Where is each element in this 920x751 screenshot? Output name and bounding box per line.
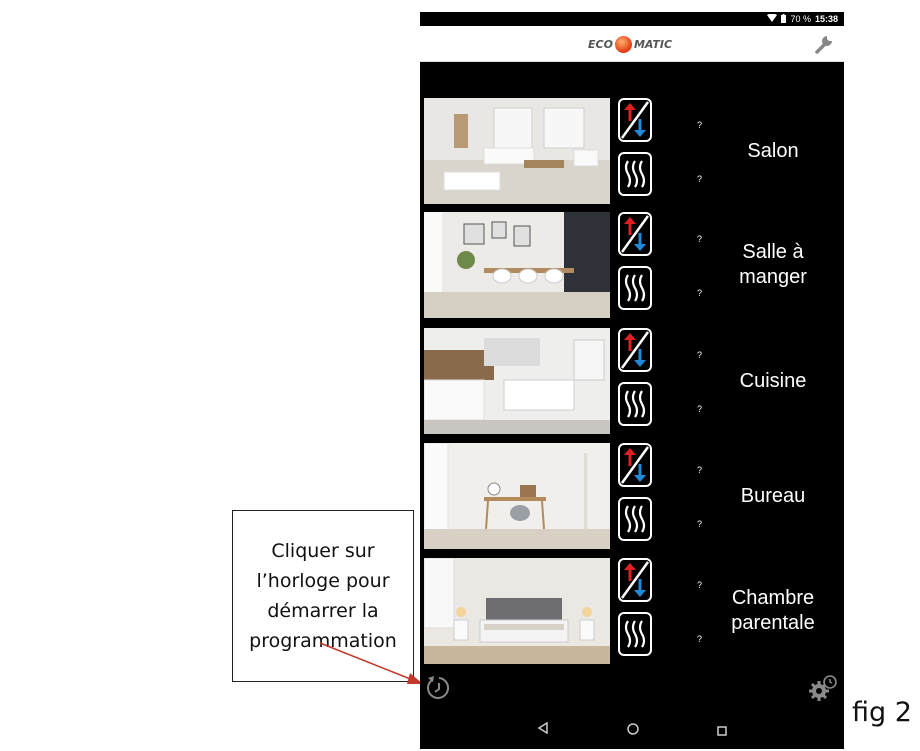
callout-text: Cliquer sur l’horloge pour démarrer la p… bbox=[249, 540, 397, 652]
nav-back-icon[interactable] bbox=[537, 721, 549, 739]
ventilation-button[interactable] bbox=[618, 443, 652, 487]
ventilation-button[interactable] bbox=[618, 212, 652, 256]
app-bar: ECO MATIC bbox=[420, 26, 844, 62]
document-page: Cliquer sur l’horloge pour démarrer la p… bbox=[0, 0, 920, 751]
up-down-arrows-icon bbox=[620, 215, 650, 253]
callout-box: Cliquer sur l’horloge pour démarrer la p… bbox=[232, 510, 414, 682]
wifi-icon bbox=[767, 13, 778, 24]
room-name: Cuisine bbox=[739, 369, 807, 392]
android-nav-bar bbox=[420, 709, 844, 749]
ventilation-button[interactable] bbox=[618, 558, 652, 602]
heating-button[interactable] bbox=[618, 266, 652, 310]
room-photo-cuisine bbox=[424, 328, 610, 434]
room-row-salle-a-manger[interactable]: ? ? Salle à manger bbox=[424, 212, 844, 320]
room-row-salon[interactable]: ? ? Salon bbox=[424, 98, 844, 206]
ventilation-button[interactable] bbox=[618, 328, 652, 372]
heating-button[interactable] bbox=[618, 497, 652, 541]
up-down-arrows-icon bbox=[620, 561, 650, 599]
up-down-arrows-icon bbox=[620, 101, 650, 139]
nav-recent-apps-icon[interactable] bbox=[717, 723, 727, 741]
heating-value: ? bbox=[697, 634, 703, 644]
room-row-chambre-parentale[interactable]: ? ? Chambre parentale bbox=[424, 558, 844, 666]
status-bar: 70 % 15:38 bbox=[420, 12, 844, 26]
room-photo-salle-a-manger bbox=[424, 212, 610, 318]
gear-clock-icon bbox=[809, 675, 837, 701]
room-row-cuisine[interactable]: ? ? Cuisine bbox=[424, 328, 844, 436]
settings-schedule-button[interactable] bbox=[808, 674, 838, 707]
ventilation-value: ? bbox=[697, 120, 703, 130]
heating-value: ? bbox=[697, 404, 703, 414]
room-name: Salon bbox=[747, 139, 799, 162]
room-name: Chambre parentale bbox=[731, 587, 815, 634]
heating-button[interactable] bbox=[618, 382, 652, 426]
logo-text-right: MATIC bbox=[633, 38, 673, 51]
ventilation-value: ? bbox=[697, 234, 703, 244]
figure-label: fig 2 bbox=[852, 697, 912, 728]
heating-waves-icon bbox=[624, 620, 646, 648]
heating-waves-icon bbox=[624, 505, 646, 533]
app-logo: ECO MATIC bbox=[588, 36, 672, 53]
heating-value: ? bbox=[697, 174, 703, 184]
battery-level: 70 % bbox=[790, 14, 811, 24]
room-photo-salon bbox=[424, 98, 610, 204]
room-photo-chambre-parentale bbox=[424, 558, 610, 664]
heating-value: ? bbox=[697, 519, 703, 529]
ventilation-value: ? bbox=[697, 580, 703, 590]
battery-icon bbox=[781, 13, 787, 25]
logo-ball-icon bbox=[614, 36, 632, 53]
heating-waves-icon bbox=[624, 390, 646, 418]
heating-value: ? bbox=[697, 288, 703, 298]
up-down-arrows-icon bbox=[620, 331, 650, 369]
room-row-bureau[interactable]: ? ? Bureau bbox=[424, 443, 844, 551]
room-name: Salle à manger bbox=[739, 241, 807, 288]
heating-button[interactable] bbox=[618, 612, 652, 656]
wrench-icon[interactable] bbox=[814, 32, 836, 59]
heating-waves-icon bbox=[624, 160, 646, 188]
phone-screen: 70 % 15:38 ECO MATIC ? ? Salon ? ? Salle… bbox=[420, 12, 844, 749]
ventilation-button[interactable] bbox=[618, 98, 652, 142]
nav-home-icon[interactable] bbox=[627, 722, 639, 740]
ventilation-value: ? bbox=[697, 350, 703, 360]
heating-waves-icon bbox=[624, 274, 646, 302]
room-photo-bureau bbox=[424, 443, 610, 549]
clock-icon bbox=[427, 676, 450, 699]
logo-text-left: ECO bbox=[588, 38, 613, 51]
clock-time: 15:38 bbox=[814, 14, 838, 24]
up-down-arrows-icon bbox=[620, 446, 650, 484]
heating-button[interactable] bbox=[618, 152, 652, 196]
ventilation-value: ? bbox=[697, 465, 703, 475]
room-name: Bureau bbox=[740, 484, 806, 507]
schedule-clock-button[interactable] bbox=[426, 675, 452, 706]
